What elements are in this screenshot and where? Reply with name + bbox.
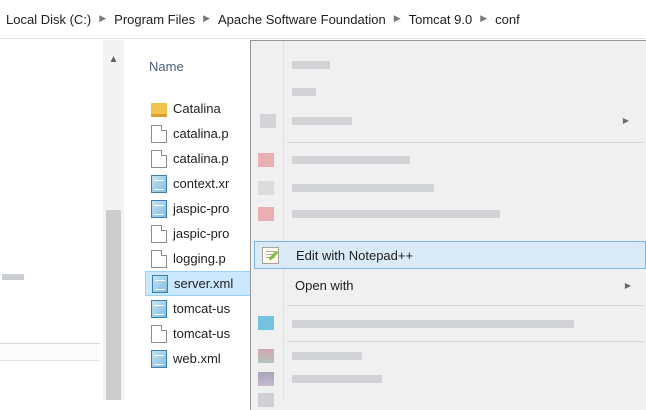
list-item[interactable]: jaspic-pro	[145, 196, 252, 221]
nav-item-obscured[interactable]	[2, 274, 24, 280]
list-item[interactable]: catalina.p	[145, 121, 252, 146]
menu-divider	[283, 41, 284, 401]
xml-file-icon	[151, 299, 167, 318]
scrollbar-thumb[interactable]	[106, 210, 121, 400]
document-icon	[151, 249, 167, 268]
breadcrumb-program-files[interactable]: Program Files	[114, 12, 195, 27]
list-item[interactable]: tomcat-us	[145, 321, 252, 346]
file-name: Catalina	[173, 101, 221, 116]
list-item[interactable]: tomcat-us	[145, 296, 252, 321]
file-name: jaspic-pro	[173, 201, 230, 216]
menu-item-obscured[interactable]	[292, 61, 330, 69]
xml-file-icon	[151, 174, 167, 193]
submenu-arrow-icon: ▶	[624, 280, 631, 290]
obscured-icon	[258, 372, 274, 386]
menu-item-obscured[interactable]	[292, 156, 410, 164]
address-bar[interactable]: Local Disk (C:) ▶ Program Files ▶ Apache…	[0, 0, 646, 39]
menu-item-obscured[interactable]	[292, 88, 316, 96]
menu-item-obscured[interactable]	[292, 352, 362, 360]
menu-item-obscured[interactable]	[292, 320, 574, 328]
notepad-plus-plus-icon	[262, 247, 279, 264]
menu-item-obscured[interactable]	[292, 375, 382, 383]
list-item[interactable]: web.xml	[145, 346, 252, 371]
breadcrumb-apache[interactable]: Apache Software Foundation	[218, 12, 386, 27]
list-item-selected[interactable]: server.xml	[145, 271, 252, 296]
document-icon	[151, 224, 167, 243]
list-item[interactable]: logging.p	[145, 246, 252, 271]
file-name: catalina.p	[173, 126, 229, 141]
document-icon	[151, 149, 167, 168]
open-with-label: Open with	[295, 277, 354, 293]
file-name: tomcat-us	[173, 326, 231, 341]
breadcrumb-separator-icon[interactable]: ▶	[394, 13, 401, 24]
file-name: tomcat-us	[173, 301, 231, 316]
menu-separator	[287, 305, 643, 306]
navigation-pane[interactable]: ▲	[0, 40, 128, 400]
file-list: Name Catalina catalina.p catalina.p cont…	[128, 40, 252, 400]
breadcrumb-tomcat[interactable]: Tomcat 9.0	[409, 12, 473, 27]
submenu-arrow-icon: ▶	[622, 116, 629, 125]
open-with-item[interactable]: Open with ▶	[254, 271, 646, 299]
file-name: server.xml	[174, 276, 234, 291]
obscured-icon	[258, 316, 274, 330]
obscured-icon	[260, 114, 276, 128]
edit-with-notepad-item[interactable]: Edit with Notepad++	[254, 241, 646, 269]
file-name: catalina.p	[173, 151, 229, 166]
menu-item-obscured[interactable]	[292, 210, 500, 218]
obscured-icon	[258, 393, 274, 407]
document-icon	[151, 124, 167, 143]
obscured-icon	[258, 207, 274, 221]
file-name: context.xr	[173, 176, 230, 191]
list-item[interactable]: jaspic-pro	[145, 221, 252, 246]
breadcrumb-separator-icon[interactable]: ▶	[203, 13, 210, 24]
obscured-icon	[258, 181, 274, 195]
xml-file-icon	[151, 199, 167, 218]
list-item[interactable]: catalina.p	[145, 146, 252, 171]
file-name: jaspic-pro	[173, 226, 230, 241]
nav-scrollbar[interactable]: ▲	[103, 40, 124, 400]
column-header-name[interactable]: Name	[149, 59, 184, 74]
menu-separator	[287, 341, 643, 342]
obscured-icon	[258, 153, 274, 167]
menu-separator	[287, 142, 643, 143]
file-name: web.xml	[173, 351, 221, 366]
document-icon	[151, 324, 167, 343]
menu-item-obscured[interactable]	[292, 184, 434, 192]
list-item[interactable]: Catalina	[145, 96, 252, 121]
nav-item-strip[interactable]	[0, 343, 100, 361]
menu-item-obscured[interactable]	[292, 117, 352, 125]
xml-file-icon	[151, 349, 167, 368]
breadcrumb-local-disk[interactable]: Local Disk (C:)	[6, 12, 91, 27]
xml-file-icon	[152, 274, 168, 293]
folder-icon	[151, 102, 167, 117]
list-item[interactable]: context.xr	[145, 171, 252, 196]
obscured-icon	[258, 349, 274, 363]
edit-with-notepad-label: Edit with Notepad++	[296, 247, 414, 263]
breadcrumb-conf[interactable]: conf	[495, 12, 520, 27]
file-name: logging.p	[173, 251, 226, 266]
breadcrumb-separator-icon[interactable]: ▶	[99, 13, 106, 24]
chevron-up-icon[interactable]: ▲	[103, 50, 124, 70]
context-menu: ▶ Edit with Notepad++ Open with ▶	[250, 40, 646, 410]
breadcrumb-separator-icon[interactable]: ▶	[480, 13, 487, 24]
